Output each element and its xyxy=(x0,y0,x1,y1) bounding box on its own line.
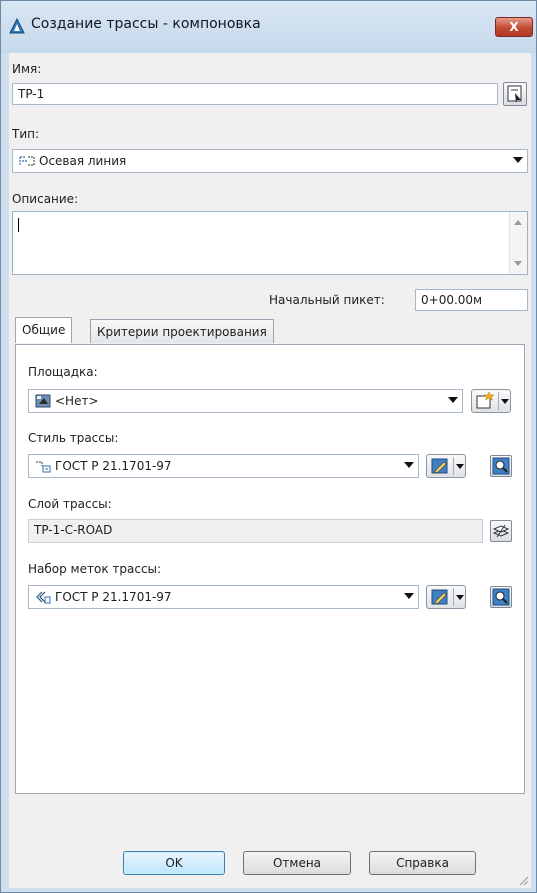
help-button[interactable]: Справка xyxy=(369,851,476,875)
label-set-value: ГОСТ Р 21.1701-97 xyxy=(55,590,172,604)
site-select-value: <Нет> xyxy=(55,394,99,408)
start-station-label: Начальный пикет: xyxy=(269,293,385,307)
text-cursor xyxy=(18,218,19,232)
alignment-style-icon xyxy=(36,461,51,473)
dialog-window: Создание трассы - компоновка X Имя: TP-1… xyxy=(0,0,537,893)
preview-icon xyxy=(492,457,510,475)
preview-icon xyxy=(492,588,510,606)
edit-style-icon xyxy=(431,589,448,605)
chevron-down-icon xyxy=(456,595,464,600)
alignment-style-value: ГОСТ Р 21.1701-97 xyxy=(55,459,172,473)
tab-bar: Общие Критерии проектирования xyxy=(15,317,525,345)
chevron-down-icon xyxy=(404,593,414,599)
description-textarea[interactable] xyxy=(12,211,528,275)
alignment-layer-field: TP-1-C-ROAD xyxy=(28,519,483,543)
type-label: Тип: xyxy=(12,127,40,141)
type-select[interactable]: Осевая линия xyxy=(12,149,528,173)
window-title: Создание трассы - компоновка xyxy=(31,16,261,32)
alignment-style-select[interactable]: ГОСТ Р 21.1701-97 xyxy=(28,454,419,478)
tab-general[interactable]: Общие xyxy=(15,317,73,343)
new-site-icon xyxy=(476,392,495,409)
cancel-button[interactable]: Отмена xyxy=(243,851,351,875)
split-separator xyxy=(453,588,454,606)
edit-alignment-style-button[interactable] xyxy=(426,454,466,478)
select-layer-button[interactable] xyxy=(490,520,512,542)
edit-style-icon xyxy=(431,458,448,474)
chevron-down-icon xyxy=(501,399,509,404)
close-button[interactable]: X xyxy=(495,17,533,37)
site-icon xyxy=(35,394,51,408)
resize-grip-icon[interactable] xyxy=(517,874,529,886)
label-set-select[interactable]: ГОСТ Р 21.1701-97 xyxy=(28,585,419,609)
scroll-down-icon xyxy=(514,261,522,266)
tab-panel-general: Площадка: <Нет> Стиль трассы: ГОСТ Р 21.… xyxy=(15,344,525,794)
centerline-icon xyxy=(19,156,35,166)
split-separator xyxy=(453,457,454,475)
create-site-button[interactable] xyxy=(471,389,511,413)
split-separator xyxy=(498,392,499,410)
chevron-down-icon xyxy=(456,464,464,469)
label-set-icon xyxy=(36,591,51,604)
ok-button[interactable]: OK xyxy=(123,851,225,875)
edit-label-set-button[interactable] xyxy=(426,585,466,609)
title-bar[interactable]: Создание трассы - компоновка X xyxy=(1,1,536,53)
description-scrollbar[interactable] xyxy=(509,212,527,274)
site-select[interactable]: <Нет> xyxy=(28,389,463,413)
civil3d-app-icon xyxy=(9,18,25,34)
chevron-down-icon xyxy=(513,157,523,163)
chevron-down-icon xyxy=(404,462,414,468)
name-template-button[interactable] xyxy=(503,82,527,106)
site-label: Площадка: xyxy=(28,365,98,379)
alignment-layer-label: Слой трассы: xyxy=(28,497,112,511)
dialog-body: Имя: TP-1 Тип: Осевая линия Описание: На… xyxy=(9,53,531,888)
chevron-down-icon xyxy=(448,397,458,403)
layers-icon xyxy=(492,524,510,538)
tab-design-criteria[interactable]: Критерии проектирования xyxy=(90,319,274,343)
label-set-label: Набор меток трассы: xyxy=(28,562,162,576)
preview-label-set-button[interactable] xyxy=(490,586,512,608)
name-input[interactable]: TP-1 xyxy=(12,83,498,105)
preview-alignment-style-button[interactable] xyxy=(490,455,512,477)
name-label: Имя: xyxy=(12,62,42,76)
name-template-icon xyxy=(507,85,522,103)
type-select-value: Осевая линия xyxy=(39,154,127,168)
alignment-style-label: Стиль трассы: xyxy=(28,431,119,445)
start-station-input[interactable]: 0+00.00м xyxy=(415,289,528,311)
description-label: Описание: xyxy=(12,192,79,206)
scroll-up-icon xyxy=(514,220,522,225)
